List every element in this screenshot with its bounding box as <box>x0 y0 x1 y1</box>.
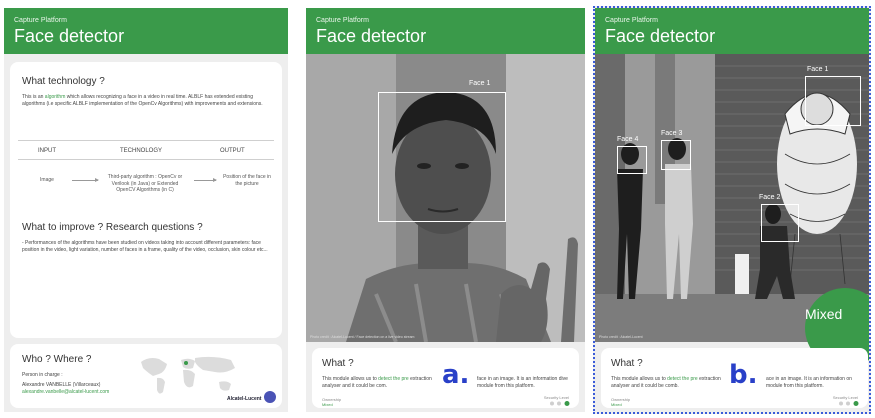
slide-header: Capture Platform Face detector <box>595 8 869 54</box>
header-subtitle: Capture Platform <box>316 17 369 24</box>
person-label: Person in charge : <box>22 372 63 378</box>
improve-heading: What to improve ? Research questions ? <box>22 222 203 233</box>
header-title: Face detector <box>316 26 427 46</box>
arrow-icon <box>72 178 99 182</box>
face-detection-box <box>805 76 861 126</box>
mixed-badge-label: Mixed <box>805 306 843 322</box>
security-level-label: Security Level <box>543 395 569 400</box>
what-description: This module allows us to detect the pre … <box>611 376 721 389</box>
photo-credit: Photo credit : Alcatel-Lucent <box>599 335 643 339</box>
info-slide-panel[interactable]: Capture Platform Face detector What tech… <box>4 8 288 412</box>
header-subtitle: Capture Platform <box>605 17 658 24</box>
security-level-indicator <box>839 401 859 406</box>
face-detection-box <box>378 92 506 222</box>
slide-letter: a. <box>442 360 470 390</box>
column-technology: TECHNOLOGY <box>120 148 163 154</box>
slide-header: Capture Platform Face detector <box>306 8 585 54</box>
what-heading: What ? <box>322 358 354 369</box>
header-title: Face detector <box>605 26 716 46</box>
face-detection-box <box>761 204 799 242</box>
face-label: Face 2 <box>759 194 781 201</box>
who-where-card: Who ? Where ? Person in charge : Alexand… <box>10 344 282 408</box>
what-description-right: ace in an image. It is an information on… <box>766 376 852 389</box>
what-heading: What ? <box>611 358 643 369</box>
arrow-icon <box>194 178 217 182</box>
face-label: Face 1 <box>807 66 829 73</box>
header-title: Face detector <box>14 26 125 46</box>
what-card: What ? This module allows us to detect t… <box>312 348 579 408</box>
face-detection-box <box>617 146 647 174</box>
column-output: OUTPUT <box>220 148 245 154</box>
technology-description: This is an algorithm which allows recogn… <box>22 94 263 107</box>
ownership-info: Ownership Mixed <box>611 397 631 407</box>
ownership-info: Ownership Mixed <box>322 397 342 407</box>
person-name: Alexandre VANBELLE (Villarceaux) <box>22 382 101 388</box>
column-input: INPUT <box>38 148 56 154</box>
face-detection-photo: Face 1 Photo credit : Alcatel-Lucent / F… <box>306 54 585 342</box>
face-label: Face 3 <box>661 130 683 137</box>
row-output-value: Position of the face in the picture <box>223 174 271 187</box>
slide-header: Capture Platform Face detector <box>4 8 288 54</box>
photo-slide-a[interactable]: Capture Platform Face detector Face 1 Ph… <box>306 8 585 412</box>
detect-link[interactable]: detect the pre <box>378 376 409 382</box>
face-label: Face 1 <box>469 80 491 87</box>
row-input-value: Image <box>40 177 54 183</box>
what-description: This module allows us to detect the pre … <box>322 376 432 389</box>
improve-description: - Performances of the algorithms have be… <box>22 240 268 253</box>
row-technology-value: Third-party algorithm : OpenCv or Verilo… <box>107 174 183 193</box>
what-description-right: face in an image. It is an information d… <box>477 376 568 389</box>
divider <box>18 140 274 141</box>
header-subtitle: Capture Platform <box>14 17 67 24</box>
who-heading: Who ? Where ? <box>22 354 92 365</box>
technology-card: What technology ? This is an algorithm w… <box>10 62 282 338</box>
algorithm-link[interactable]: algorithm <box>45 94 66 100</box>
security-level-indicator <box>550 401 570 406</box>
what-card: What ? This module allows us to detect t… <box>601 348 868 408</box>
photo-credit: Photo credit : Alcatel-Lucent / Face det… <box>310 335 415 339</box>
photo-slide-b-selected[interactable]: Capture Platform Face detector Face 1 Fa… <box>593 6 871 414</box>
world-map-icon <box>141 356 235 394</box>
technology-heading: What technology ? <box>22 76 105 87</box>
detect-link[interactable]: detect the pre <box>667 376 698 382</box>
company-logo-icon <box>264 391 276 403</box>
company-logo-text: Alcatel-Lucent <box>227 396 262 402</box>
slide-letter: b. <box>729 360 758 390</box>
face-label: Face 4 <box>617 136 639 143</box>
face-detection-box <box>661 140 691 170</box>
security-level-label: Security Level <box>832 395 858 400</box>
divider <box>18 159 274 160</box>
person-email-link[interactable]: alexandre.vanbelle@alcatel-lucent.com <box>22 389 152 396</box>
